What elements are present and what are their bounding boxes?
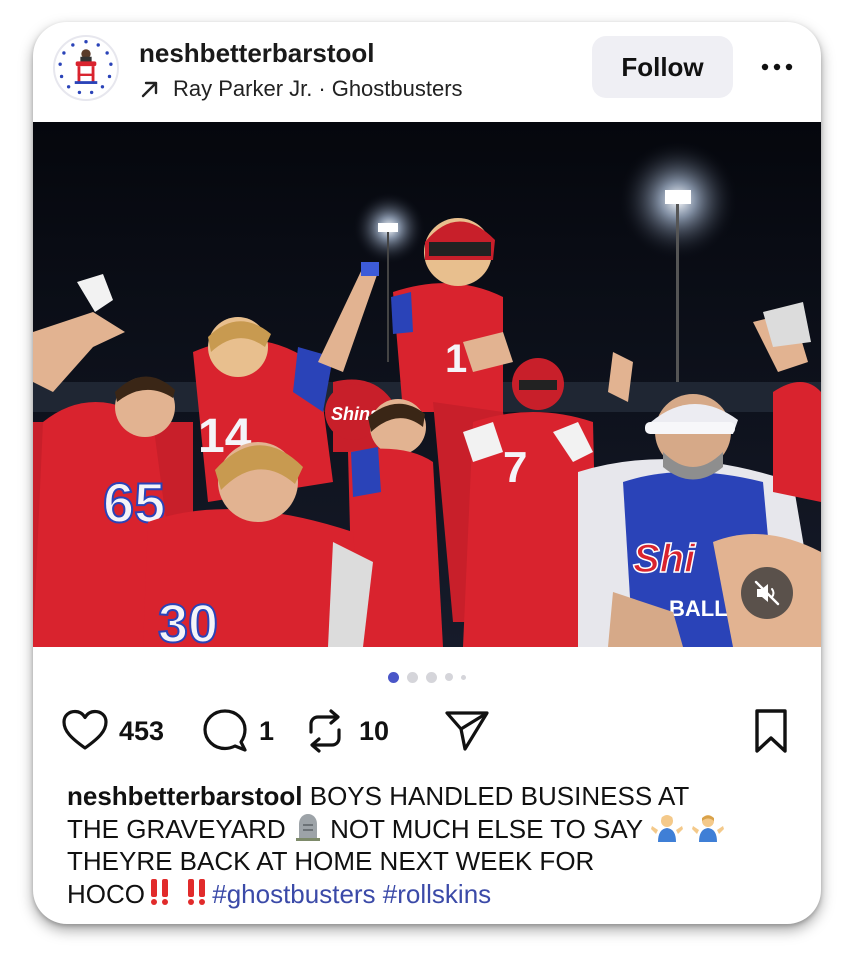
muted-speaker-icon [754, 580, 780, 606]
audio-separator: · [318, 76, 326, 101]
svg-text:7: 7 [503, 443, 527, 492]
more-icon[interactable] [757, 52, 797, 82]
carousel-dot[interactable] [407, 671, 418, 683]
double-exclamation-icon [151, 879, 168, 905]
caption-username[interactable]: neshbetterbarstool [67, 781, 303, 811]
save-action[interactable] [749, 708, 797, 754]
caption-text: THEYRE BACK AT HOME NEXT WEEK FOR [67, 846, 595, 876]
svg-text:30: 30 [158, 594, 218, 647]
hashtag-link[interactable]: #rollskins [383, 879, 491, 909]
svg-text:Shi: Shi [633, 537, 696, 581]
like-action[interactable]: 453 [61, 708, 164, 754]
post-username[interactable]: neshbetterbarstool [139, 38, 375, 69]
hashtag-link[interactable]: #ghostbusters [212, 879, 375, 909]
action-bar: 453 1 10 [61, 708, 801, 754]
post-caption: neshbetterbarstool BOYS HANDLED BUSINESS… [67, 780, 797, 910]
carousel-dot-active[interactable] [388, 671, 399, 683]
post-card: neshbetterbarstool Ray Parker Jr. · Ghos… [33, 22, 821, 924]
bookmark-icon[interactable] [749, 708, 797, 754]
reposts-count[interactable]: 10 [359, 716, 389, 747]
send-icon[interactable] [443, 708, 491, 754]
repost-icon[interactable] [301, 708, 349, 754]
carousel-dot[interactable] [426, 671, 437, 683]
avatar[interactable] [53, 35, 119, 101]
caption-text: THE GRAVEYARD [67, 814, 293, 844]
caption-text: BOYS HANDLED BUSINESS AT [302, 781, 690, 811]
carousel-dot[interactable] [445, 673, 453, 681]
avatar-logo-icon [58, 40, 113, 95]
post-image[interactable]: 65 14 Shins 1 7 30 Shi BALL [33, 122, 821, 647]
shrug-emoji-icon [650, 815, 683, 842]
arrow-up-right-icon [141, 81, 158, 98]
share-action[interactable] [443, 708, 491, 754]
follow-button[interactable]: Follow [592, 36, 733, 98]
caption-text: NOT MUCH ELSE TO SAY [322, 814, 650, 844]
football-celebration-photo: 65 14 Shins 1 7 30 Shi BALL [33, 122, 821, 647]
shrug-emoji-icon [692, 815, 725, 842]
comment-action[interactable]: 1 [201, 708, 274, 754]
svg-text:BALL: BALL [669, 596, 728, 621]
mute-toggle[interactable] [741, 567, 793, 619]
heart-icon[interactable] [61, 708, 109, 754]
carousel-dot[interactable] [461, 674, 466, 680]
comments-count[interactable]: 1 [259, 716, 274, 747]
comment-icon[interactable] [201, 708, 249, 754]
audio-attribution[interactable]: Ray Parker Jr. · Ghostbusters [139, 76, 463, 102]
likes-count[interactable]: 453 [119, 716, 164, 747]
headstone-icon [295, 814, 320, 841]
caption-text: HOCO [67, 879, 145, 909]
double-exclamation-icon [188, 879, 206, 905]
audio-artist: Ray Parker Jr. [173, 76, 313, 101]
repost-action[interactable]: 10 [301, 708, 389, 754]
post-header: neshbetterbarstool Ray Parker Jr. · Ghos… [33, 22, 821, 122]
audio-track: Ghostbusters [331, 76, 463, 101]
carousel-indicator [33, 670, 821, 684]
